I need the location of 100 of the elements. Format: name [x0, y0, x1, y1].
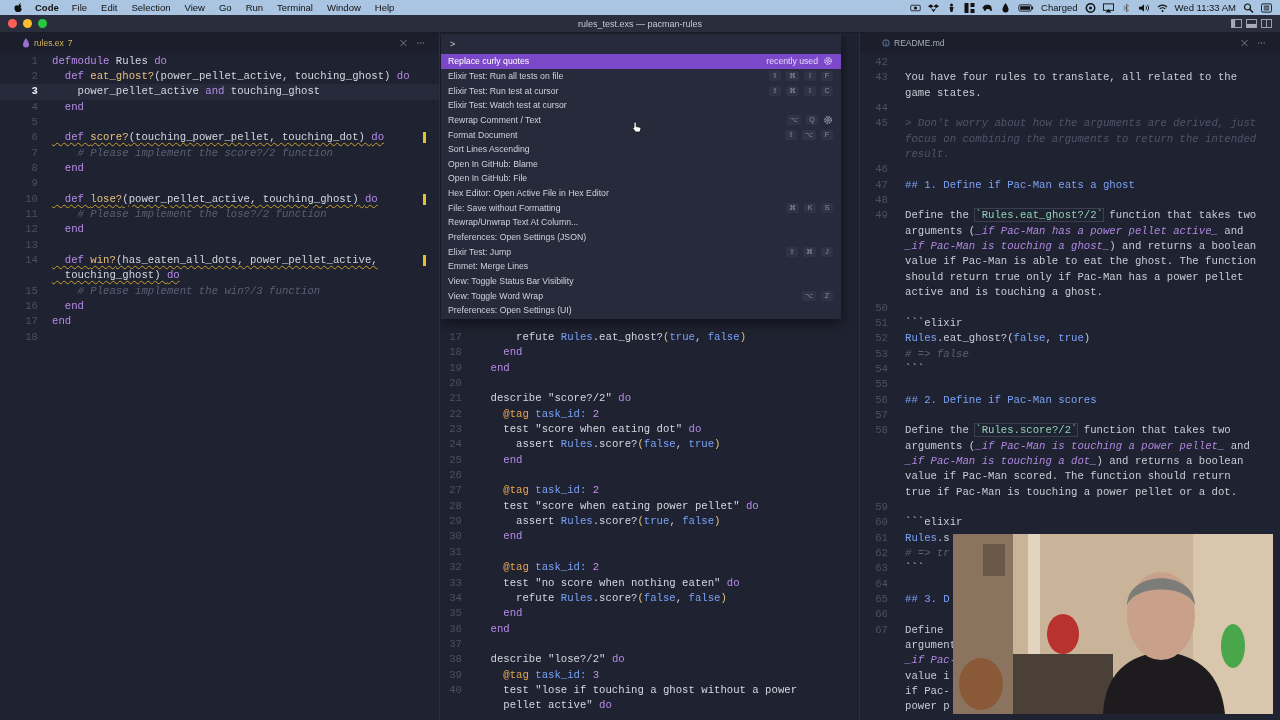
- battery-icon[interactable]: [1018, 2, 1035, 13]
- window-title: rules_test.exs — pacman-rules: [577, 18, 703, 29]
- clock[interactable]: Wed 11:33 AM: [1174, 2, 1236, 13]
- command-input[interactable]: >: [447, 37, 835, 51]
- close-window-button[interactable]: [8, 19, 17, 28]
- airplay-icon[interactable]: [1102, 2, 1114, 13]
- code-line: pellet active" do: [502, 698, 612, 714]
- command-item[interactable]: Elixir Test: Watch test at cursor: [441, 97, 841, 113]
- info-icon: [882, 38, 890, 48]
- wifi-icon[interactable]: [1156, 2, 1168, 13]
- code-line: describe "score?/2" do: [489, 391, 632, 407]
- code-line: end: [63, 99, 84, 115]
- menu-item[interactable]: Help: [374, 2, 395, 13]
- command-item[interactable]: Preferences: Open Settings (JSON): [441, 229, 841, 245]
- markdown-line: ```: [905, 361, 925, 377]
- code-line: end: [52, 314, 72, 330]
- bluetooth-icon[interactable]: [1120, 2, 1132, 13]
- code-line: @tag task_id: 2: [502, 406, 600, 422]
- command-item[interactable]: Open In GitHub: File: [441, 171, 841, 186]
- code-line: assert Rules.score?(true, false): [515, 514, 721, 530]
- command-item[interactable]: Preferences: Open Settings (UI): [441, 302, 841, 318]
- markdown-line: result.: [905, 147, 950, 163]
- minimize-window-button[interactable]: [23, 19, 32, 28]
- code-line: def eat_ghost?(power_pellet_active, touching_ghost) do: [63, 68, 410, 84]
- markdown-line: power p: [905, 699, 950, 715]
- command-item[interactable]: Replace curly quotes recently used: [441, 54, 841, 69]
- close-icon[interactable]: [1240, 39, 1249, 47]
- markdown-line: # => false: [905, 346, 969, 362]
- warning-marker: [423, 193, 426, 205]
- code-line: @tag task_id: 2: [502, 483, 600, 499]
- markdown-line: arguments (_if Pac-Man has a power pellet active_ and: [905, 223, 1244, 239]
- grid-icon[interactable]: [964, 2, 976, 13]
- code-line: @tag task_id: 3: [502, 667, 600, 683]
- markdown-line: Rules.s: [905, 530, 950, 546]
- search-icon[interactable]: [1243, 2, 1254, 13]
- split-layout-icon[interactable]: [1261, 19, 1272, 28]
- drop-icon: [22, 38, 30, 48]
- list-icon[interactable]: [1261, 2, 1272, 13]
- command-item[interactable]: Hex Editor: Open Active File in Hex Editor: [441, 185, 841, 201]
- code-line: refute Rules.score?(false, false): [515, 590, 727, 606]
- markdown-line: You have four rules to translate, all related to the: [905, 70, 1238, 86]
- problem-count: 7: [67, 38, 73, 48]
- gear-icon[interactable]: [823, 114, 833, 125]
- code-line: end: [502, 606, 523, 622]
- zoom-window-button[interactable]: [38, 19, 47, 28]
- code-line: end: [489, 360, 510, 376]
- code-line: test "score when eating power pellet" do: [502, 498, 759, 514]
- code-line: refute Rules.eat_ghost?(true, false): [515, 330, 747, 345]
- code-line: describe "lose?/2" do: [489, 652, 625, 668]
- markdown-line: ```elixir: [905, 315, 963, 331]
- recently-used-label: recently used: [766, 56, 818, 67]
- sidebar-layout-icon[interactable]: [1231, 19, 1242, 28]
- code-line: def score?(touching_power_pellet, touching_dot) do: [63, 130, 385, 146]
- markdown-line: _if Pac-Man is touching a dot_) and returns a boolean: [905, 453, 1244, 469]
- code-line: test "score when eating dot" do: [502, 422, 702, 438]
- markdown-line: value if Pac-Man scored. The function should return: [905, 469, 1231, 485]
- markdown-line: should return true only if Pac-Man has a power pellet: [905, 269, 1244, 285]
- markdown-line: if Pac-: [905, 684, 950, 700]
- menu-item[interactable]: Run: [245, 2, 264, 13]
- markdown-line: value i: [905, 668, 950, 684]
- menu-item[interactable]: Go: [218, 2, 232, 13]
- menu-item[interactable]: File: [71, 2, 88, 13]
- code-line: # Please implement the win?/3 function: [76, 283, 321, 299]
- code-line: end: [63, 160, 84, 176]
- markdown-line: ```: [905, 561, 925, 577]
- markdown-line: arguments (_if Pac-Man is touching a power pellet_ and: [905, 438, 1250, 454]
- editor-tab[interactable]: rules.ex 7: [22, 38, 73, 48]
- editor-tab[interactable]: README.md: [882, 38, 945, 48]
- close-icon[interactable]: [399, 39, 408, 47]
- markdown-line: Define the `Rules.score?/2` function that takes two: [905, 423, 1231, 439]
- markdown-line: Define: [905, 622, 944, 638]
- command-item[interactable]: Rewrap/Unwrap Text At Column...: [441, 215, 841, 230]
- menu-item[interactable]: Selection: [131, 2, 171, 13]
- markdown-line: argument: [905, 638, 957, 654]
- code-line: end: [489, 621, 510, 637]
- menu-item[interactable]: Terminal: [277, 2, 313, 13]
- volume-icon[interactable]: [1138, 2, 1150, 13]
- markdown-line: ```elixir: [905, 515, 963, 531]
- command-item[interactable]: Open In GitHub: Blame: [441, 156, 841, 172]
- command-item[interactable]: View: Toggle Status Bar Visibility: [441, 273, 841, 289]
- menu-item[interactable]: Edit: [101, 2, 118, 13]
- command-item[interactable]: Emmet: Merge Lines: [441, 258, 841, 274]
- code-line: power_pellet_active and touching_ghost: [76, 84, 321, 100]
- video-icon[interactable]: [910, 2, 922, 13]
- panel-layout-icon[interactable]: [1246, 19, 1257, 28]
- battery-status: Charged: [1041, 2, 1078, 13]
- markdown-line: ## 1. Define if Pac-Man eats a ghost: [905, 177, 1135, 193]
- circle-icon[interactable]: [1084, 2, 1096, 13]
- code-line: # Please implement the score?/2 function: [76, 145, 333, 161]
- menu-item[interactable]: View: [184, 2, 205, 13]
- apple-icon[interactable]: [14, 2, 23, 13]
- code-line: @tag task_id: 2: [502, 560, 600, 576]
- menu-item[interactable]: Window: [327, 2, 361, 13]
- code-line: defmodule Rules do: [52, 53, 167, 69]
- command-item[interactable]: Sort Lines Ascending: [441, 141, 841, 157]
- app-menu[interactable]: Code: [35, 2, 59, 13]
- gear-icon[interactable]: [823, 56, 833, 67]
- code-line: test "no score when nothing eaten" do: [502, 575, 740, 591]
- markdown-line: game states.: [905, 85, 982, 101]
- markdown-line: true if Pac-Man is touching a power pellet or a dot.: [905, 484, 1238, 500]
